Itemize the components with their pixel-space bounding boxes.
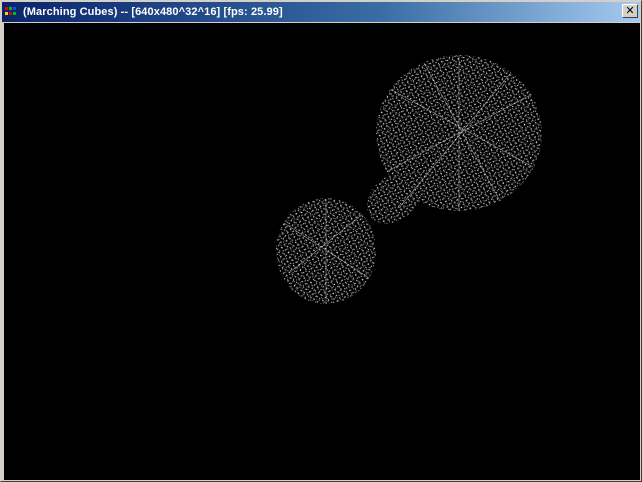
metaball-wireframe — [276, 55, 542, 304]
app-icon[interactable] — [4, 4, 20, 20]
close-button[interactable]: ✕ — [622, 4, 638, 18]
window-title: (Marching Cubes) -- [640x480^32^16] [fps… — [23, 6, 283, 18]
mesh-surface — [276, 55, 542, 304]
app-window: (Marching Cubes) -- [640x480^32^16] [fps… — [0, 0, 642, 482]
render-viewport[interactable] — [4, 23, 640, 480]
title-bar[interactable]: (Marching Cubes) -- [640x480^32^16] [fps… — [2, 2, 640, 22]
close-icon: ✕ — [625, 4, 635, 17]
